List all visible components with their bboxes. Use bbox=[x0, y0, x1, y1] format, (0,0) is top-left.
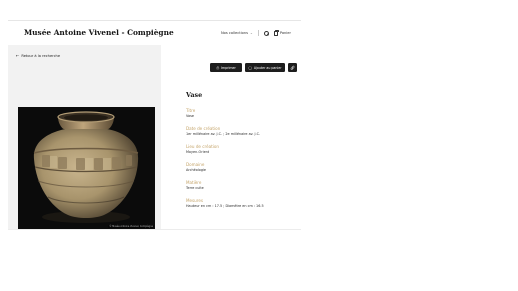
header-nav: Nos collections ⌄ Panier bbox=[221, 29, 291, 36]
field-label: Lieu de création bbox=[186, 143, 219, 149]
field-measurements: Mesures Hauteur en cm : 17.5 ; Diamètre … bbox=[186, 198, 301, 208]
field-creation-date: Date de création 1er millénaire av. J.C.… bbox=[186, 126, 301, 136]
artwork-image[interactable]: © Musée Antoine Vivenel, Compiègne bbox=[18, 107, 155, 229]
add-to-cart-label: Ajouter au panier bbox=[253, 65, 282, 70]
field-title: Titre Vase bbox=[186, 108, 301, 118]
artwork-actions: ⎙ Imprimer ▢ Ajouter au panier 🔗︎ bbox=[210, 63, 297, 72]
field-domain: Domaine Archéologie bbox=[186, 162, 301, 172]
image-panel: ← Retour à la recherche © Musée Antoine … bbox=[8, 45, 161, 229]
field-value: Archéologie bbox=[186, 168, 207, 173]
print-button[interactable]: ⎙ Imprimer bbox=[210, 63, 242, 72]
printer-icon: ⎙ bbox=[216, 65, 220, 70]
field-value: Terre cuite bbox=[186, 186, 204, 191]
back-to-search-link[interactable]: ← Retour à la recherche bbox=[16, 53, 60, 58]
field-value: Hauteur en cm : 17.5 ; Diamètre en cm : … bbox=[186, 204, 264, 209]
field-label: Mesures bbox=[186, 197, 204, 203]
link-icon: 🔗︎ bbox=[290, 65, 295, 70]
nav-divider bbox=[257, 30, 259, 36]
field-label: Matière bbox=[186, 179, 202, 185]
field-label: Titre bbox=[186, 108, 196, 113]
field-label: Date de création bbox=[186, 125, 221, 131]
field-creation-place: Lieu de création Moyen-Orient bbox=[186, 144, 301, 154]
collections-label: Nos collections bbox=[220, 31, 248, 35]
site-title[interactable]: Musée Antoine Vivenel - Compiègne bbox=[24, 28, 174, 37]
search-icon[interactable] bbox=[263, 30, 269, 36]
arrow-left-icon: ← bbox=[16, 53, 20, 58]
print-button-label: Imprimer bbox=[221, 65, 236, 70]
field-value: Moyen-Orient bbox=[186, 150, 210, 155]
field-value: 1er millénaire av. J.C. ; 2e millénaire … bbox=[186, 132, 261, 137]
copy-link-button[interactable]: 🔗︎ bbox=[288, 63, 297, 72]
artwork-page: Musée Antoine Vivenel - Compiègne Nos co… bbox=[8, 21, 301, 229]
add-to-cart-button[interactable]: ▢ Ajouter au panier bbox=[245, 63, 285, 72]
artwork-title: Vase bbox=[186, 91, 203, 99]
cart-label: Panier bbox=[279, 31, 291, 35]
basket-icon: ▢ bbox=[248, 65, 252, 70]
chevron-down-icon: ⌄ bbox=[249, 31, 253, 35]
image-credit: © Musée Antoine Vivenel, Compiègne bbox=[108, 225, 154, 228]
footer-divider bbox=[8, 229, 301, 230]
site-header: Musée Antoine Vivenel - Compiègne Nos co… bbox=[8, 21, 301, 45]
field-material: Matière Terre cuite bbox=[186, 180, 301, 190]
artwork-details: Vase Titre Vase Date de création 1er mil… bbox=[186, 91, 301, 216]
basket-icon bbox=[273, 29, 280, 36]
cart-link[interactable]: Panier bbox=[273, 29, 291, 36]
collections-menu[interactable]: Nos collections ⌄ bbox=[221, 31, 253, 35]
field-value: Vase bbox=[186, 114, 194, 119]
field-label: Domaine bbox=[186, 161, 205, 167]
vase-illustration bbox=[18, 107, 155, 229]
back-link-label: Retour à la recherche bbox=[21, 53, 61, 58]
